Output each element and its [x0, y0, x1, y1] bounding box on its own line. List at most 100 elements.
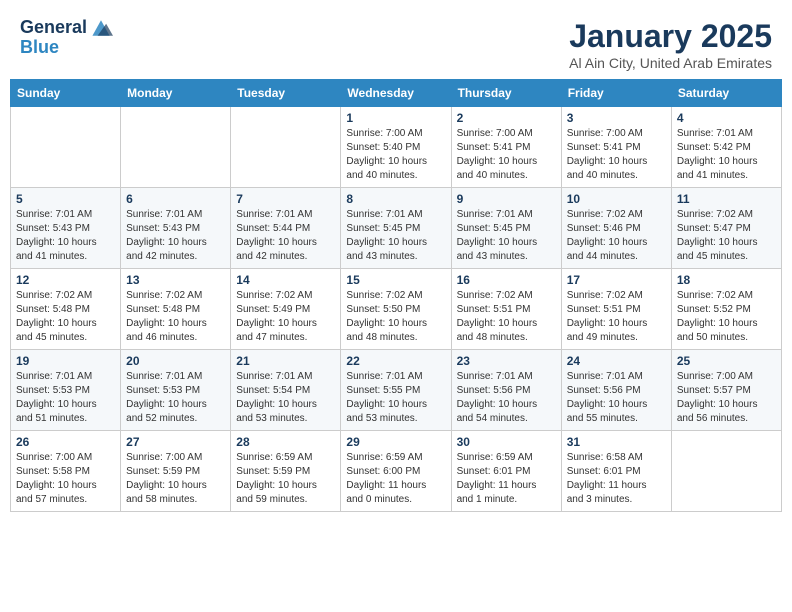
calendar-cell: 23Sunrise: 7:01 AMSunset: 5:56 PMDayligh… — [451, 350, 561, 431]
day-info: Sunrise: 7:02 AMSunset: 5:50 PMDaylight:… — [346, 289, 445, 345]
day-info: Sunrise: 7:00 AMSunset: 5:57 PMDaylight:… — [677, 370, 776, 426]
day-info: Sunrise: 7:02 AMSunset: 5:46 PMDaylight:… — [567, 208, 666, 264]
calendar-cell: 12 Sunrise: 7:02 AMSunset: 5:48 PMDayligh… — [11, 269, 121, 350]
day-number: 20 — [126, 354, 225, 368]
weekday-header-friday: Friday — [561, 80, 671, 107]
day-info: Sunrise: 7:01 AMSunset: 5:43 PMDaylight:… — [16, 208, 115, 264]
day-number: 23 — [457, 354, 556, 368]
day-number: 12 — [16, 273, 115, 287]
day-number: 17 — [567, 273, 666, 287]
calendar-cell — [121, 107, 231, 188]
calendar-cell: 18Sunrise: 7:02 AMSunset: 5:52 PMDayligh… — [671, 269, 781, 350]
day-info: Sunrise: 7:01 AMSunset: 5:54 PMDaylight:… — [236, 370, 335, 426]
calendar-cell: 15Sunrise: 7:02 AMSunset: 5:50 PMDayligh… — [341, 269, 451, 350]
day-number: 9 — [457, 192, 556, 206]
day-info: Sunrise: 7:01 AMSunset: 5:45 PMDaylight:… — [346, 208, 445, 264]
day-number: 27 — [126, 435, 225, 449]
calendar-cell: 2 Sunrise: 7:00 AMSunset: 5:41 PMDaylight… — [451, 107, 561, 188]
day-info: Sunrise: 7:02 AMSunset: 5:52 PMDaylight:… — [677, 289, 776, 345]
day-info: Sunrise: 7:02 AMSunset: 5:48 PMDaylight:… — [16, 289, 115, 345]
weekday-header-tuesday: Tuesday — [231, 80, 341, 107]
calendar-cell: 21 Sunrise: 7:01 AMSunset: 5:54 PMDayligh… — [231, 350, 341, 431]
day-number: 25 — [677, 354, 776, 368]
month-title: January 2025 — [569, 18, 772, 55]
day-number: 24 — [567, 354, 666, 368]
calendar-cell: 28 Sunrise: 6:59 AMSunset: 5:59 PMDayligh… — [231, 431, 341, 512]
calendar-cell: 20Sunrise: 7:01 AMSunset: 5:53 PMDayligh… — [121, 350, 231, 431]
calendar-cell: 7 Sunrise: 7:01 AMSunset: 5:44 PMDaylight… — [231, 188, 341, 269]
calendar-cell: 24 Sunrise: 7:01 AMSunset: 5:56 PMDayligh… — [561, 350, 671, 431]
calendar-cell: 11Sunrise: 7:02 AMSunset: 5:47 PMDayligh… — [671, 188, 781, 269]
calendar-cell: 25 Sunrise: 7:00 AMSunset: 5:57 PMDayligh… — [671, 350, 781, 431]
day-number: 8 — [346, 192, 445, 206]
calendar-cell — [231, 107, 341, 188]
day-number: 10 — [567, 192, 666, 206]
calendar-body: 1 Sunrise: 7:00 AMSunset: 5:40 PMDaylight… — [11, 107, 782, 512]
day-number: 14 — [236, 273, 335, 287]
calendar-week-3: 12 Sunrise: 7:02 AMSunset: 5:48 PMDayligh… — [11, 269, 782, 350]
calendar-cell: 10 Sunrise: 7:02 AMSunset: 5:46 PMDayligh… — [561, 188, 671, 269]
title-block: January 2025 Al Ain City, United Arab Em… — [569, 18, 772, 71]
calendar-header: SundayMondayTuesdayWednesdayThursdayFrid… — [11, 80, 782, 107]
day-number: 16 — [457, 273, 556, 287]
day-number: 13 — [126, 273, 225, 287]
calendar-table: SundayMondayTuesdayWednesdayThursdayFrid… — [10, 79, 782, 512]
day-number: 21 — [236, 354, 335, 368]
calendar-cell: 17 Sunrise: 7:02 AMSunset: 5:51 PMDayligh… — [561, 269, 671, 350]
day-info: Sunrise: 7:00 AMSunset: 5:58 PMDaylight:… — [16, 451, 115, 507]
day-info: Sunrise: 6:58 AMSunset: 6:01 PMDaylight:… — [567, 451, 666, 507]
weekday-header-sunday: Sunday — [11, 80, 121, 107]
calendar-cell: 14 Sunrise: 7:02 AMSunset: 5:49 PMDayligh… — [231, 269, 341, 350]
day-number: 7 — [236, 192, 335, 206]
day-number: 22 — [346, 354, 445, 368]
day-number: 30 — [457, 435, 556, 449]
day-info: Sunrise: 7:00 AMSunset: 5:41 PMDaylight:… — [457, 127, 556, 183]
day-number: 3 — [567, 111, 666, 125]
day-info: Sunrise: 7:01 AMSunset: 5:43 PMDaylight:… — [126, 208, 225, 264]
day-number: 29 — [346, 435, 445, 449]
day-number: 28 — [236, 435, 335, 449]
calendar-week-5: 26Sunrise: 7:00 AMSunset: 5:58 PMDayligh… — [11, 431, 782, 512]
day-info: Sunrise: 7:01 AMSunset: 5:42 PMDaylight:… — [677, 127, 776, 183]
calendar-cell: 31Sunrise: 6:58 AMSunset: 6:01 PMDayligh… — [561, 431, 671, 512]
calendar-cell: 9Sunrise: 7:01 AMSunset: 5:45 PMDaylight… — [451, 188, 561, 269]
logo: General Blue — [20, 18, 113, 58]
location-subtitle: Al Ain City, United Arab Emirates — [569, 55, 772, 71]
weekday-header-saturday: Saturday — [671, 80, 781, 107]
calendar-cell: 1 Sunrise: 7:00 AMSunset: 5:40 PMDaylight… — [341, 107, 451, 188]
calendar-cell — [671, 431, 781, 512]
calendar-cell: 30Sunrise: 6:59 AMSunset: 6:01 PMDayligh… — [451, 431, 561, 512]
calendar-cell: 27 Sunrise: 7:00 AMSunset: 5:59 PMDayligh… — [121, 431, 231, 512]
day-number: 6 — [126, 192, 225, 206]
day-number: 2 — [457, 111, 556, 125]
day-number: 11 — [677, 192, 776, 206]
day-info: Sunrise: 7:02 AMSunset: 5:51 PMDaylight:… — [567, 289, 666, 345]
calendar-cell: 3 Sunrise: 7:00 AMSunset: 5:41 PMDaylight… — [561, 107, 671, 188]
logo-text-general: General — [20, 18, 87, 38]
day-info: Sunrise: 7:02 AMSunset: 5:48 PMDaylight:… — [126, 289, 225, 345]
weekday-header-row: SundayMondayTuesdayWednesdayThursdayFrid… — [11, 80, 782, 107]
day-info: Sunrise: 7:00 AMSunset: 5:59 PMDaylight:… — [126, 451, 225, 507]
logo-text-blue: Blue — [20, 38, 113, 58]
day-info: Sunrise: 7:02 AMSunset: 5:49 PMDaylight:… — [236, 289, 335, 345]
weekday-header-thursday: Thursday — [451, 80, 561, 107]
calendar-cell: 13 Sunrise: 7:02 AMSunset: 5:48 PMDayligh… — [121, 269, 231, 350]
day-number: 1 — [346, 111, 445, 125]
calendar-cell: 5Sunrise: 7:01 AMSunset: 5:43 PMDaylight… — [11, 188, 121, 269]
day-info: Sunrise: 7:01 AMSunset: 5:56 PMDaylight:… — [567, 370, 666, 426]
calendar-week-4: 19Sunrise: 7:01 AMSunset: 5:53 PMDayligh… — [11, 350, 782, 431]
calendar-cell: 29 Sunrise: 6:59 AMSunset: 6:00 PMDayligh… — [341, 431, 451, 512]
calendar-cell — [11, 107, 121, 188]
calendar-week-2: 5Sunrise: 7:01 AMSunset: 5:43 PMDaylight… — [11, 188, 782, 269]
day-info: Sunrise: 7:02 AMSunset: 5:51 PMDaylight:… — [457, 289, 556, 345]
day-info: Sunrise: 6:59 AMSunset: 5:59 PMDaylight:… — [236, 451, 335, 507]
day-info: Sunrise: 7:00 AMSunset: 5:41 PMDaylight:… — [567, 127, 666, 183]
weekday-header-wednesday: Wednesday — [341, 80, 451, 107]
calendar-cell: 8 Sunrise: 7:01 AMSunset: 5:45 PMDaylight… — [341, 188, 451, 269]
calendar-cell: 6 Sunrise: 7:01 AMSunset: 5:43 PMDaylight… — [121, 188, 231, 269]
page-header: General Blue January 2025 Al Ain City, U… — [10, 10, 782, 75]
day-info: Sunrise: 6:59 AMSunset: 6:00 PMDaylight:… — [346, 451, 445, 507]
day-info: Sunrise: 7:00 AMSunset: 5:40 PMDaylight:… — [346, 127, 445, 183]
day-info: Sunrise: 7:01 AMSunset: 5:44 PMDaylight:… — [236, 208, 335, 264]
day-info: Sunrise: 7:01 AMSunset: 5:53 PMDaylight:… — [16, 370, 115, 426]
